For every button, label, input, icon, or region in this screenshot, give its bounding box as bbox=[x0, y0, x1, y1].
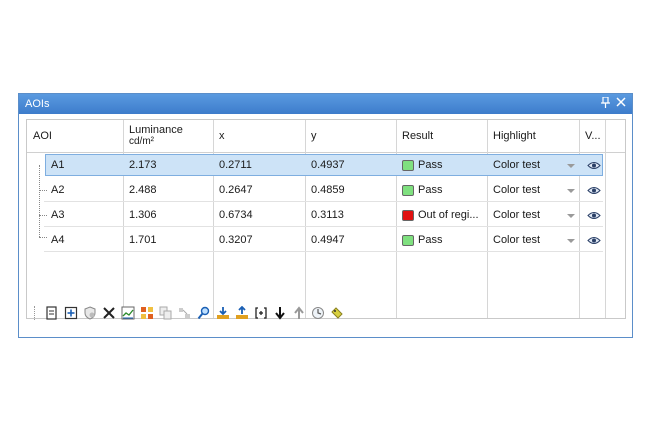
highlight-dropdown[interactable]: Color test bbox=[487, 154, 579, 176]
column-divider bbox=[579, 120, 580, 318]
cell-result: Pass bbox=[396, 154, 487, 176]
highlight-value: Color test bbox=[493, 209, 541, 221]
result-swatch bbox=[402, 159, 414, 171]
grid-icon[interactable] bbox=[139, 305, 155, 321]
visibility-toggle[interactable] bbox=[583, 204, 605, 226]
cell-aoi: A4 bbox=[51, 234, 65, 246]
cell-aoi: A1 bbox=[51, 159, 65, 171]
cell-x: 0.3207 bbox=[219, 234, 253, 246]
eye-icon bbox=[587, 186, 601, 194]
eye-icon bbox=[587, 236, 601, 244]
panel-title: AOIs bbox=[25, 98, 50, 110]
cell-luminance: 2.488 bbox=[129, 184, 157, 196]
result-swatch bbox=[402, 209, 414, 221]
cell-result: Pass bbox=[396, 179, 487, 201]
chevron-down-icon[interactable] bbox=[567, 214, 575, 218]
bracket-icon[interactable] bbox=[253, 305, 269, 321]
col-header-luminance-unit: cd/m² bbox=[129, 136, 154, 147]
chevron-down-icon[interactable] bbox=[567, 239, 575, 243]
result-swatch bbox=[402, 234, 414, 246]
magnify-icon[interactable] bbox=[196, 305, 212, 321]
cell-x: 0.6734 bbox=[219, 209, 253, 221]
arrange-icon[interactable] bbox=[177, 305, 193, 321]
result-text: Pass bbox=[418, 234, 443, 246]
cell-luminance: 2.173 bbox=[129, 159, 157, 171]
visibility-toggle[interactable] bbox=[583, 179, 605, 201]
eye-icon bbox=[587, 211, 601, 219]
tree-connector bbox=[39, 165, 40, 237]
col-header-luminance-label: Luminance bbox=[129, 124, 183, 136]
cell-y: 0.4859 bbox=[311, 184, 345, 196]
move-down-icon[interactable] bbox=[272, 305, 288, 321]
col-header-highlight[interactable]: Highlight bbox=[487, 120, 579, 152]
highlight-value: Color test bbox=[493, 234, 541, 246]
row-divider bbox=[44, 251, 603, 252]
cell-y: 0.4947 bbox=[311, 234, 345, 246]
cell-x: 0.2711 bbox=[219, 159, 252, 171]
highlight-value: Color test bbox=[493, 159, 541, 171]
chevron-down-icon[interactable] bbox=[567, 189, 575, 193]
cell-luminance: 1.701 bbox=[129, 234, 157, 246]
col-header-visible[interactable]: V... bbox=[579, 120, 605, 152]
cell-luminance: 1.306 bbox=[129, 209, 157, 221]
shield-icon[interactable] bbox=[82, 305, 98, 321]
col-header-aoi[interactable]: AOI bbox=[27, 120, 123, 152]
tag-icon[interactable] bbox=[329, 305, 345, 321]
close-icon[interactable] bbox=[616, 97, 626, 108]
row-divider bbox=[44, 226, 603, 227]
new-aoi-icon[interactable] bbox=[44, 305, 60, 321]
result-text: Pass bbox=[418, 184, 443, 196]
chevron-down-icon[interactable] bbox=[567, 164, 575, 168]
result-swatch bbox=[402, 184, 414, 196]
eye-icon bbox=[587, 161, 601, 169]
highlight-value: Color test bbox=[493, 184, 541, 196]
aoi-table: AOI Luminance cd/m² x y Result Highlight… bbox=[26, 119, 626, 319]
pin-icon[interactable] bbox=[601, 97, 610, 108]
download-icon[interactable] bbox=[215, 305, 231, 321]
cell-aoi: A3 bbox=[51, 209, 65, 221]
clock-icon[interactable] bbox=[310, 305, 326, 321]
cell-result: Pass bbox=[396, 229, 487, 251]
highlight-dropdown[interactable]: Color test bbox=[487, 204, 579, 226]
header-divider bbox=[27, 152, 625, 153]
toolbar-grip[interactable] bbox=[34, 306, 37, 320]
highlight-dropdown[interactable]: Color test bbox=[487, 229, 579, 251]
delete-icon[interactable] bbox=[101, 305, 117, 321]
aoi-toolbar bbox=[26, 302, 626, 324]
highlight-dropdown[interactable]: Color test bbox=[487, 179, 579, 201]
result-text: Out of regi... bbox=[418, 209, 479, 221]
col-header-result[interactable]: Result bbox=[396, 120, 487, 152]
cell-result: Out of regi... bbox=[396, 204, 487, 226]
visibility-toggle[interactable] bbox=[583, 229, 605, 251]
upload-icon[interactable] bbox=[234, 305, 250, 321]
add-aoi-icon[interactable] bbox=[63, 305, 79, 321]
move-up-icon[interactable] bbox=[291, 305, 307, 321]
column-divider bbox=[605, 120, 606, 318]
row-divider bbox=[44, 201, 603, 202]
copy-icon[interactable] bbox=[158, 305, 174, 321]
chart-icon[interactable] bbox=[120, 305, 136, 321]
result-text: Pass bbox=[418, 159, 443, 171]
aois-panel: AOIs AOI Luminance cd/m² x y Result High… bbox=[18, 93, 633, 338]
cell-y: 0.3113 bbox=[311, 209, 344, 221]
col-header-luminance[interactable]: Luminance cd/m² bbox=[123, 120, 213, 152]
col-header-x[interactable]: x bbox=[213, 120, 305, 152]
cell-y: 0.4937 bbox=[311, 159, 345, 171]
cell-aoi: A2 bbox=[51, 184, 65, 196]
visibility-toggle[interactable] bbox=[583, 154, 605, 176]
col-header-y[interactable]: y bbox=[305, 120, 396, 152]
cell-x: 0.2647 bbox=[219, 184, 253, 196]
panel-titlebar: AOIs bbox=[19, 94, 632, 114]
